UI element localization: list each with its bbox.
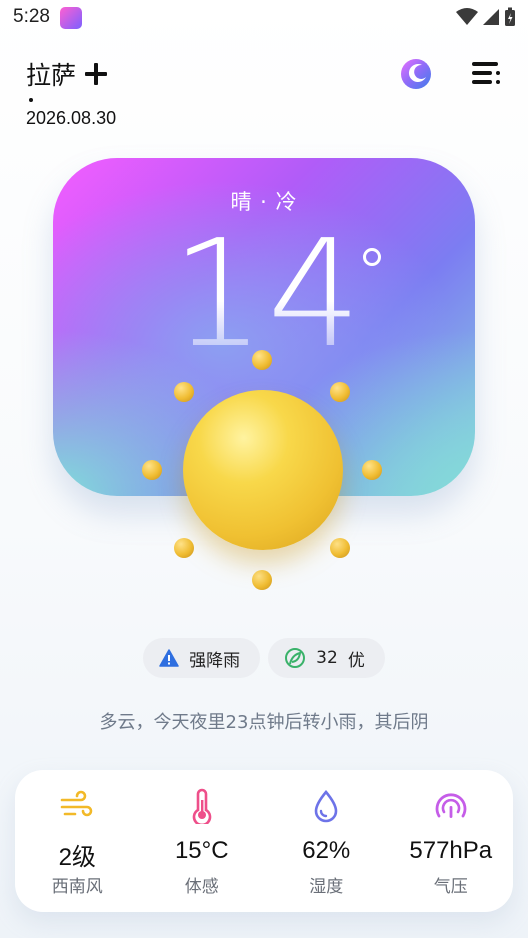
degree-symbol — [363, 248, 381, 266]
humidity-stat[interactable]: 62% 湿度 — [264, 770, 389, 912]
feels-like-value: 15°C — [174, 837, 229, 864]
battery-icon — [505, 7, 515, 26]
city-name: 拉萨 — [26, 61, 77, 90]
add-city-icon[interactable] — [84, 62, 108, 86]
pressure-label: 气压 — [433, 877, 468, 897]
sun-ray — [174, 538, 194, 558]
warning-triangle-icon — [159, 649, 179, 667]
page-indicator-dot — [29, 98, 33, 102]
signal-icon — [483, 9, 499, 25]
status-time: 5:28 — [13, 6, 50, 27]
wind-stat[interactable]: 2级 西南风 — [15, 770, 140, 912]
forecast-summary: 多云，今天夜里23点钟后转小雨，其后阴 — [99, 712, 429, 733]
wind-icon — [60, 790, 93, 817]
sun-ray — [330, 382, 350, 402]
app-notification-icon — [60, 7, 82, 29]
humidity-value: 62% — [302, 837, 351, 864]
sun-illustration — [140, 346, 384, 590]
aqi-value: 32 — [316, 648, 338, 668]
alert-label: 强降雨 — [189, 650, 241, 671]
moon-theme-icon[interactable] — [400, 56, 434, 90]
wind-value: 2级 — [58, 844, 96, 871]
humidity-drop-icon — [314, 789, 338, 823]
sun-icon — [183, 390, 343, 550]
leaf-icon — [285, 648, 306, 668]
pressure-gauge-icon — [435, 793, 467, 818]
humidity-label: 湿度 — [309, 877, 344, 897]
sun-ray — [362, 460, 382, 480]
sun-ray — [142, 460, 162, 480]
feels-like-stat[interactable]: 15°C 体感 — [140, 770, 265, 912]
sun-ray — [252, 350, 272, 370]
sun-ray — [174, 382, 194, 402]
wind-label: 西南风 — [51, 877, 103, 897]
air-quality-badge[interactable]: 32 优 — [268, 638, 385, 678]
status-bar: 5:28 — [0, 0, 528, 36]
date-label: 2026.08.30 — [26, 108, 117, 128]
weather-badges: 强降雨 32 优 — [0, 638, 528, 678]
weather-details-panel: 2级 西南风 15°C 体感 62% 湿度 577hPa 气压 — [15, 770, 513, 912]
menu-icon[interactable] — [470, 58, 502, 88]
wifi-icon — [456, 8, 478, 25]
status-icons — [456, 7, 516, 27]
weather-alert-badge[interactable]: 强降雨 — [143, 638, 261, 678]
aqi-level: 优 — [347, 650, 365, 671]
city-selector[interactable]: 拉萨 — [26, 56, 108, 92]
sun-ray — [252, 570, 272, 590]
sun-ray — [330, 538, 350, 558]
feels-like-label: 体感 — [184, 877, 219, 897]
pressure-value: 577hPa — [409, 837, 493, 864]
weather-app-screen: 5:28 拉萨 2026.08.30 晴 · 冷 14 强降雨 32 优 多云，… — [0, 0, 528, 938]
pressure-stat[interactable]: 577hPa 气压 — [389, 770, 514, 912]
thermometer-icon — [192, 788, 211, 824]
